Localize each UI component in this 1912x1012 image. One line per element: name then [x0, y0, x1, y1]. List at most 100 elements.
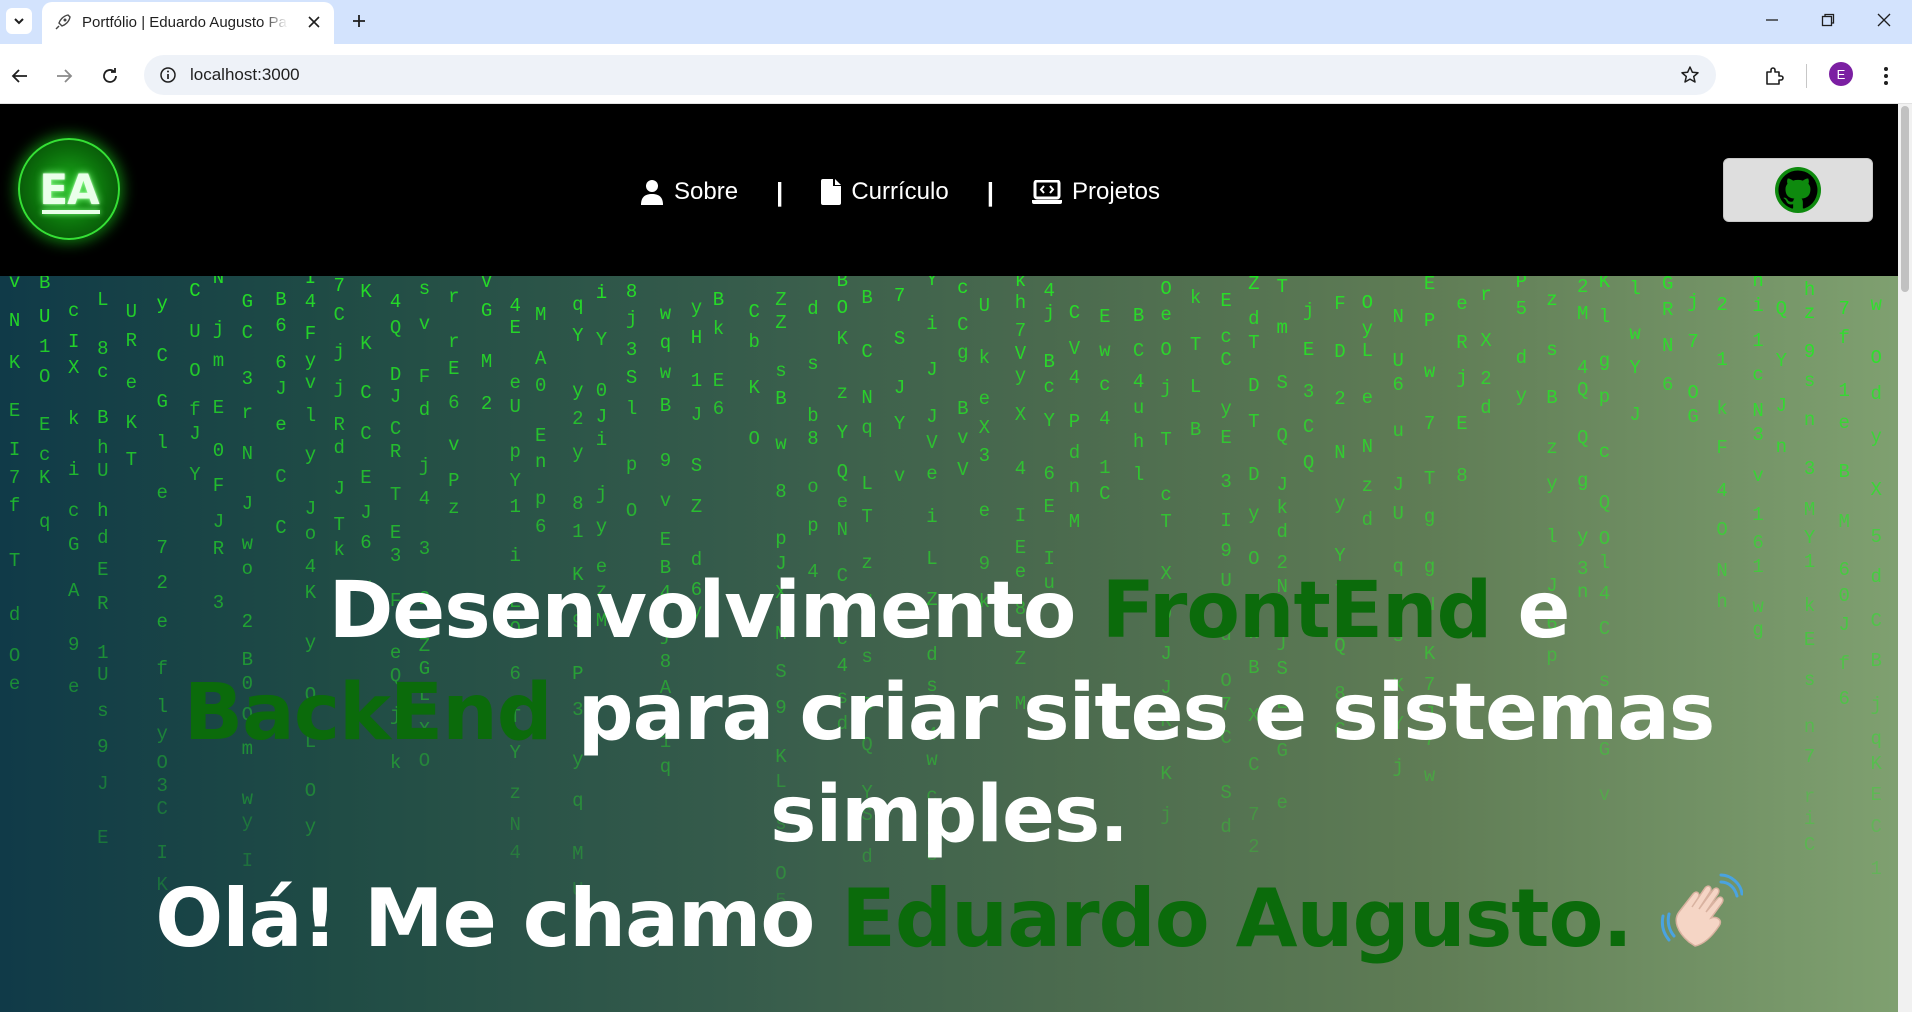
matrix-glyph: 7	[333, 276, 345, 297]
matrix-glyph: S	[893, 327, 906, 350]
back-icon	[11, 69, 27, 83]
matrix-glyph: 1	[1838, 379, 1850, 402]
matrix-glyph: j	[595, 483, 608, 506]
logo[interactable]: EA	[18, 138, 120, 240]
matrix-glyph: Q	[1302, 452, 1315, 475]
matrix-glyph: e	[125, 371, 137, 394]
matrix-glyph: Q	[836, 461, 849, 484]
matrix-glyph: B	[1189, 419, 1202, 442]
matrix-glyph: k	[333, 539, 345, 562]
matrix-glyph: B	[861, 287, 873, 310]
hero-headline-line2: BackEnd para criar sites e sistemas	[0, 668, 1898, 758]
matrix-glyph: p	[1598, 385, 1611, 408]
matrix-glyph: e	[978, 387, 991, 410]
extensions-button[interactable]	[1758, 60, 1790, 92]
matrix-glyph: N	[1334, 441, 1346, 464]
matrix-glyph: Y	[893, 412, 906, 435]
matrix-glyph: e	[509, 372, 521, 395]
matrix-glyph: h	[97, 500, 109, 523]
matrix-glyph: Q	[1276, 425, 1288, 448]
nav-label-curriculo: Currículo	[851, 178, 949, 205]
profile-avatar[interactable]: E	[1829, 62, 1853, 86]
matrix-glyph: Q	[1598, 491, 1611, 514]
matrix-glyph: w	[659, 361, 672, 384]
matrix-glyph: U	[189, 321, 201, 344]
bookmark-button[interactable]	[1678, 63, 1702, 87]
window-close-button[interactable]	[1856, 0, 1912, 40]
matrix-glyph: c	[1043, 376, 1055, 399]
matrix-glyph: O	[1598, 527, 1611, 550]
matrix-glyph: P	[1068, 411, 1081, 434]
matrix-glyph: Z	[1248, 276, 1260, 295]
minimize-button[interactable]	[1744, 0, 1800, 40]
nav-item-curriculo[interactable]: Currículo	[821, 178, 949, 206]
matrix-glyph: 6	[275, 352, 287, 375]
matrix-glyph: s	[418, 277, 431, 300]
matrix-glyph: q	[38, 511, 51, 534]
plus-icon	[353, 15, 365, 27]
matrix-glyph: M	[1068, 511, 1081, 534]
matrix-glyph: h	[97, 436, 109, 459]
matrix-glyph: C	[861, 340, 873, 363]
matrix-glyph: j	[333, 341, 345, 364]
tab-close-button[interactable]	[304, 12, 324, 32]
matrix-glyph: v	[893, 464, 906, 487]
matrix-glyph: Y	[572, 325, 584, 348]
matrix-glyph: w	[1870, 293, 1882, 316]
browser-tab-active[interactable]: Portfólio | Eduardo Augusto Pa	[42, 2, 334, 44]
matrix-glyph: z	[1546, 288, 1558, 311]
matrix-glyph: 4	[1068, 366, 1081, 389]
matrix-glyph: v	[448, 434, 460, 457]
matrix-glyph: p	[807, 515, 819, 538]
github-button[interactable]	[1723, 158, 1873, 222]
matrix-glyph: 9	[659, 449, 672, 472]
matrix-glyph: T	[1189, 333, 1202, 356]
tab-list-icon	[14, 18, 24, 25]
matrix-glyph: d	[1870, 383, 1882, 405]
matrix-glyph: Z	[775, 312, 787, 335]
restore-button[interactable]	[1800, 0, 1856, 40]
new-tab-button[interactable]	[346, 8, 372, 34]
scrollbar-thumb[interactable]	[1901, 106, 1909, 292]
matrix-glyph: c	[1220, 326, 1232, 349]
address-bar[interactable]: localhost:3000	[144, 55, 1716, 95]
nav-item-sobre[interactable]: Sobre	[640, 178, 738, 206]
matrix-glyph: G	[241, 290, 253, 313]
matrix-glyph: f	[8, 494, 21, 517]
matrix-glyph: d	[418, 399, 431, 422]
matrix-glyph: e	[836, 491, 849, 514]
matrix-glyph: z	[1361, 475, 1374, 498]
reload-button[interactable]	[94, 60, 126, 92]
matrix-glyph: B	[836, 276, 849, 293]
forward-button[interactable]	[48, 60, 80, 92]
matrix-glyph: e	[275, 414, 287, 437]
matrix-glyph: Q	[1775, 298, 1787, 321]
matrix-glyph: C	[1220, 348, 1232, 371]
page-scrollbar[interactable]	[1898, 104, 1912, 1012]
site-info-button[interactable]	[156, 63, 180, 87]
matrix-glyph: 8	[775, 480, 787, 503]
matrix-glyph: E	[1423, 276, 1436, 296]
matrix-glyph: P	[1515, 276, 1527, 293]
back-button[interactable]	[4, 60, 36, 92]
matrix-glyph: N	[836, 519, 849, 542]
nav-item-projetos[interactable]: Projetos	[1031, 178, 1160, 206]
matrix-glyph: T	[1248, 332, 1260, 355]
tab-list-button[interactable]	[6, 8, 32, 34]
matrix-glyph: T	[1160, 510, 1172, 533]
matrix-glyph: C	[1099, 483, 1111, 506]
matrix-glyph: B	[1132, 305, 1145, 328]
matrix-glyph: s	[1803, 370, 1816, 393]
matrix-glyph: z	[836, 381, 849, 404]
browser-menu-button[interactable]	[1870, 60, 1902, 92]
matrix-glyph: U	[97, 460, 109, 483]
url-text[interactable]: localhost:3000	[190, 65, 300, 85]
matrix-glyph: C	[156, 345, 168, 368]
matrix-glyph: J	[595, 405, 608, 428]
star-icon	[1681, 66, 1699, 83]
matrix-glyph: c	[38, 443, 51, 466]
matrix-glyph: i	[595, 282, 608, 305]
matrix-glyph: Q	[389, 316, 402, 339]
matrix-glyph: C	[360, 381, 372, 404]
matrix-glyph: c	[67, 500, 80, 523]
